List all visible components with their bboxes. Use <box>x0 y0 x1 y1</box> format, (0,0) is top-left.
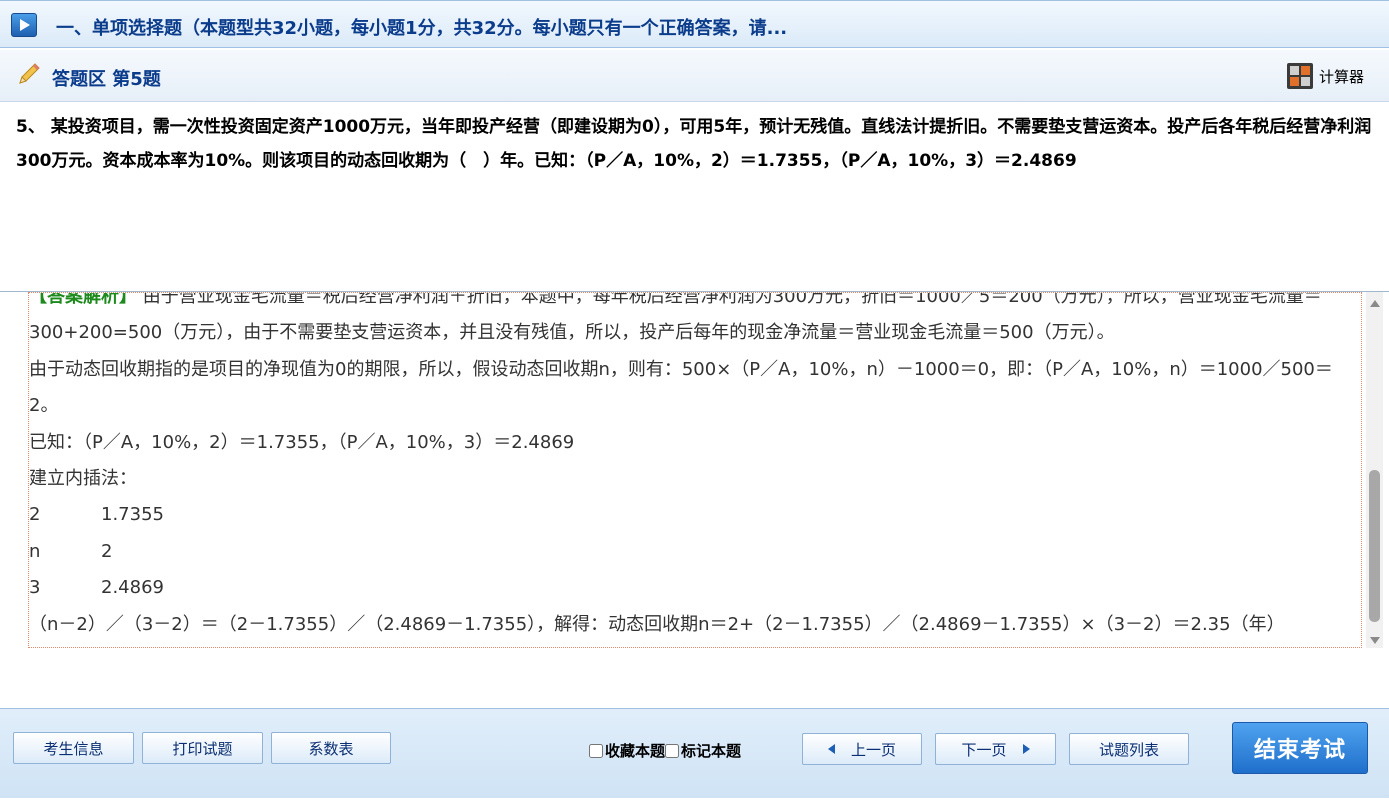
favorite-label: 收藏本题 <box>605 742 666 760</box>
answer-analysis: 【答案解析】 由于营业现金毛流量＝税后经营净利润＋折旧，本题中，每年税后经营净利… <box>28 292 1362 648</box>
analysis-label: 【答案解析】 <box>29 292 137 307</box>
section-title: 一、单项选择题（本题型共32小题，每小题1分，共32分。每小题只有一个正确答案，… <box>56 18 788 39</box>
pencil-icon <box>19 63 40 84</box>
calculator-icon <box>1287 63 1313 89</box>
favorite-checkbox[interactable] <box>589 743 603 758</box>
question-options: 收藏本题 标记本题 <box>589 740 741 761</box>
analysis-scrollbar[interactable] <box>1366 292 1383 648</box>
question-text: 5、 某投资项目，需一次性投资固定资产1000万元，当年即投产经营（即建设期为0… <box>16 117 1372 171</box>
interpolation-row-b: 1.7355 <box>101 504 164 526</box>
next-page-button[interactable]: 下一页 <box>935 733 1056 765</box>
play-icon[interactable] <box>11 13 37 37</box>
interpolation-row-a: 3 <box>29 577 41 599</box>
section-header: 一、单项选择题（本题型共32小题，每小题1分，共32分。每小题只有一个正确答案，… <box>0 0 1389 48</box>
mark-label: 标记本题 <box>681 742 742 760</box>
prev-page-label: 上一页 <box>850 740 896 759</box>
interpolation-row-a: 2 <box>29 504 41 526</box>
interpolation-row: 2 1.7355 <box>29 497 1361 533</box>
footer-toolbar: 考生信息 打印试题 系数表 收藏本题 标记本题 上一页 下一页 试题列表 结束考… <box>0 708 1389 798</box>
arrow-left-icon <box>827 744 835 754</box>
question-list-button[interactable]: 试题列表 <box>1069 733 1189 765</box>
scroll-up-icon[interactable] <box>1370 300 1380 307</box>
coefficient-table-button[interactable]: 系数表 <box>271 732 391 764</box>
interpolation-row: n2 <box>29 534 1361 570</box>
interpolation-row: 3 2.4869 <box>29 570 1361 606</box>
analysis-paragraph-1: 【答案解析】 由于营业现金毛流量＝税后经营净利润＋折旧，本题中，每年税后经营净利… <box>29 292 1361 352</box>
scroll-down-icon[interactable] <box>1370 637 1380 644</box>
calculator-label: 计算器 <box>1319 67 1365 86</box>
candidate-info-button[interactable]: 考生信息 <box>13 732 134 764</box>
analysis-line-3: 已知：（P／A，10%，2）＝1.7355，（P／A，10%，3）＝2.4869 <box>29 431 575 453</box>
scroll-thumb[interactable] <box>1369 470 1380 622</box>
analysis-content: 【答案解析】 由于营业现金毛流量＝税后经营净利润＋折旧，本题中，每年税后经营净利… <box>29 292 1361 643</box>
arrow-right-icon <box>1022 744 1030 754</box>
analysis-line-5: （n－2）／（3－2）＝（2－1.7355）／（2.4869－1.7355），解… <box>29 613 1285 635</box>
interpolation-row-a: n <box>29 540 41 562</box>
interpolation-row-b: 2.4869 <box>101 577 164 599</box>
next-page-label: 下一页 <box>961 740 1007 759</box>
favorite-option[interactable]: 收藏本题 <box>589 740 665 761</box>
calculator-button[interactable]: 计算器 <box>1287 62 1364 90</box>
answer-area-title: 答题区 第5题 <box>52 69 161 90</box>
question-area: 5、 某投资项目，需一次性投资固定资产1000万元，当年即投产经营（即建设期为0… <box>0 102 1389 292</box>
analysis-line-1: 由于营业现金毛流量＝税后经营净利润＋折旧，本题中，每年税后经营净利润为300万元… <box>29 292 1322 344</box>
analysis-line-4: 建立内插法： <box>29 468 137 490</box>
interpolation-row-b: 2 <box>101 540 113 562</box>
prev-page-button[interactable]: 上一页 <box>802 733 922 765</box>
analysis-line-2: 由于动态回收期指的是项目的净现值为0的期限，所以，假设动态回收期n，则有：500… <box>29 358 1333 417</box>
end-exam-button[interactable]: 结束考试 <box>1232 722 1368 774</box>
answer-area-header: 答题区 第5题 计算器 <box>0 50 1389 102</box>
mark-option[interactable]: 标记本题 <box>665 740 741 761</box>
print-paper-button[interactable]: 打印试题 <box>142 732 263 764</box>
mark-checkbox[interactable] <box>665 743 680 758</box>
